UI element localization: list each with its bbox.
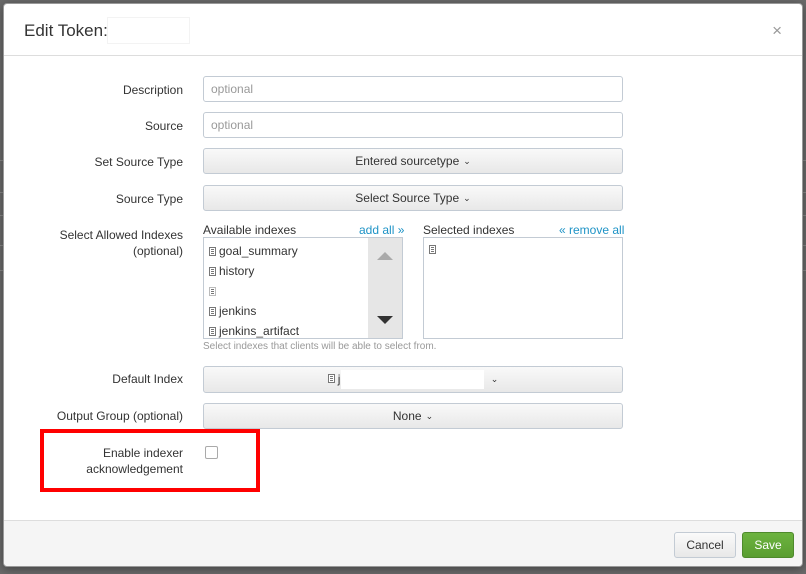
- allowed-indexes-label: Select Allowed Indexes (optional): [60, 227, 183, 259]
- allowed-indexes-label-line2: (optional): [132, 244, 183, 258]
- description-input[interactable]: [203, 76, 623, 102]
- list-scrollbar[interactable]: [368, 238, 402, 338]
- output-group-value: None: [392, 409, 422, 423]
- available-indexes-header: Available indexes: [203, 223, 297, 237]
- list-item-label: history: [219, 264, 255, 278]
- index-doc-icon: [327, 374, 335, 383]
- list-item-label: jenkins_artifact: [219, 324, 300, 338]
- selected-indexes-list[interactable]: [423, 237, 623, 339]
- scroll-down-arrow-icon[interactable]: [377, 316, 393, 324]
- remove-all-link[interactable]: « remove all: [559, 223, 624, 237]
- default-index-label: Default Index: [112, 372, 183, 386]
- chevron-down-icon: ⌄: [425, 411, 434, 421]
- set-source-type-dropdown[interactable]: Entered sourcetype ⌄: [203, 148, 623, 174]
- scroll-up-arrow-icon[interactable]: [377, 252, 393, 260]
- list-item[interactable]: [424, 239, 622, 259]
- redacted-token-name: [107, 17, 190, 44]
- index-doc-icon: [429, 245, 436, 254]
- close-icon[interactable]: ×: [772, 22, 782, 39]
- save-button[interactable]: Save: [742, 532, 794, 558]
- index-doc-icon: [209, 267, 216, 276]
- source-type-label: Source Type: [115, 192, 183, 206]
- index-doc-icon: [209, 287, 216, 296]
- dialog-title: Edit Token:: [24, 21, 108, 40]
- default-index-value: j: [337, 372, 341, 386]
- add-all-link[interactable]: add all »: [359, 223, 404, 237]
- index-doc-icon: [209, 247, 216, 256]
- list-item-label: jenkins: [219, 304, 257, 318]
- chevron-down-icon: ⌄: [463, 193, 471, 203]
- set-source-type-value: Entered sourcetype: [355, 154, 460, 168]
- allowed-indexes-help: Select indexes that clients will be able…: [203, 341, 437, 352]
- selected-indexes-header: Selected indexes: [423, 223, 515, 237]
- available-indexes-list[interactable]: goal_summary history jenkins jenkins_art…: [203, 237, 403, 339]
- cancel-button[interactable]: Cancel: [674, 532, 736, 558]
- set-source-type-label: Set Source Type: [94, 155, 184, 169]
- chevron-down-icon: ⌄: [463, 156, 471, 166]
- source-input[interactable]: [203, 112, 623, 138]
- description-label: Description: [122, 83, 183, 97]
- highlight-annotation-box: [40, 429, 260, 492]
- source-type-value: Select Source Type: [355, 191, 460, 205]
- index-doc-icon: [209, 307, 216, 316]
- dialog-footer: Cancel Save: [4, 520, 802, 566]
- dialog-header: Edit Token: ×: [4, 4, 802, 56]
- output-group-dropdown[interactable]: None ⌄: [203, 403, 623, 429]
- source-type-dropdown[interactable]: Select Source Type ⌄: [203, 185, 623, 211]
- index-doc-icon: [209, 327, 216, 336]
- source-label: Source: [144, 119, 183, 133]
- chevron-down-icon: ⌄: [490, 374, 499, 384]
- redacted-default-index: [341, 370, 484, 389]
- output-group-label: Output Group (optional): [56, 409, 183, 423]
- allowed-indexes-label-line1: Select Allowed Indexes: [59, 228, 183, 242]
- list-item-label: goal_summary: [219, 244, 298, 258]
